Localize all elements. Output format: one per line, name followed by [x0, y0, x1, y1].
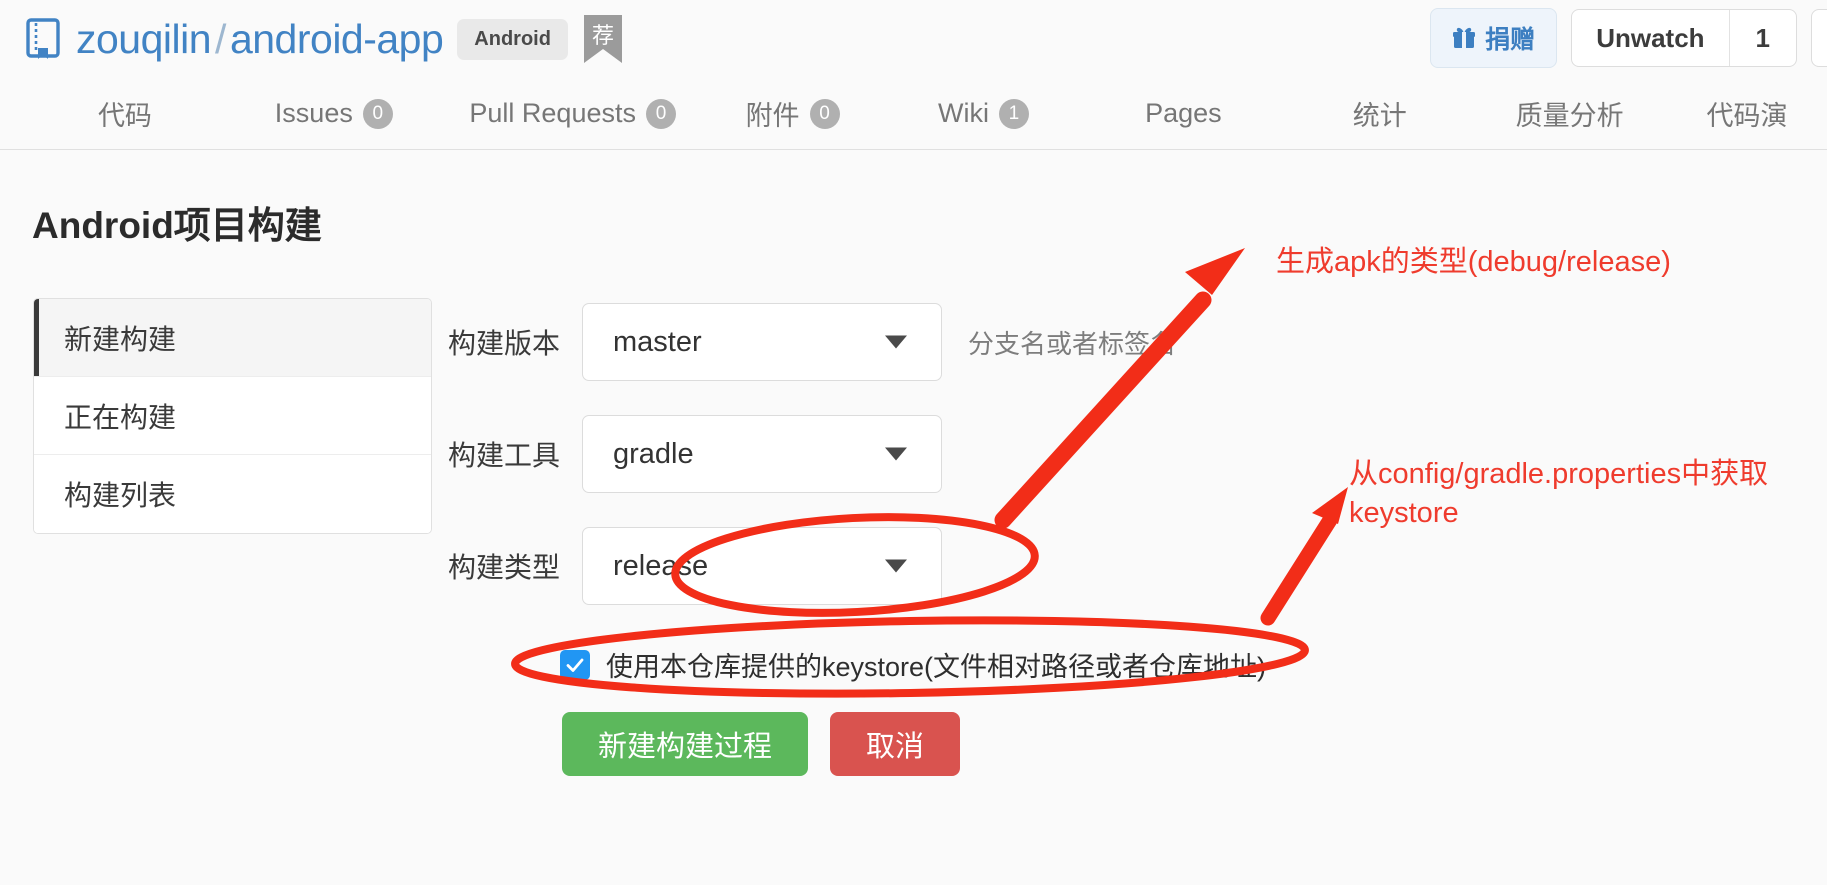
page-root: zouqilin/android-app Android 荐 捐赠 Unwatc…	[0, 0, 1827, 885]
label-build-version: 构建版本	[447, 328, 560, 359]
chevron-down-icon	[885, 559, 907, 573]
form-row-build-version: 构建版本 master 分支名或者标签名	[410, 303, 1176, 381]
select-build-tool[interactable]: gradle	[582, 415, 942, 493]
form-actions: 新建构建过程 取消	[562, 712, 961, 776]
select-build-version-value: master	[613, 325, 702, 358]
keystore-checkbox-row[interactable]: 使用本仓库提供的keystore(文件相对路径或者仓库地址)	[560, 645, 1266, 684]
keystore-checkbox[interactable]	[560, 649, 590, 680]
cancel-button[interactable]: 取消	[830, 712, 961, 776]
select-build-type[interactable]: release	[582, 527, 942, 605]
label-build-type: 构建类型	[447, 552, 560, 583]
select-build-tool-value: gradle	[613, 437, 694, 470]
chevron-down-icon	[885, 447, 907, 461]
hint-build-version: 分支名或者标签名	[968, 328, 1177, 359]
select-build-type-value: release	[613, 549, 709, 582]
label-build-tool: 构建工具	[447, 440, 560, 471]
chevron-down-icon	[885, 335, 907, 349]
form-row-build-type: 构建类型 release	[410, 527, 942, 605]
form-row-build-tool: 构建工具 gradle	[410, 415, 942, 493]
keystore-checkbox-label: 使用本仓库提供的keystore(文件相对路径或者仓库地址)	[606, 652, 1267, 682]
select-build-version[interactable]: master	[582, 303, 942, 381]
build-form: 构建版本 master 分支名或者标签名 构建工具 gradle 构建类型 re…	[0, 0, 1827, 885]
checkmark-icon	[564, 654, 586, 676]
submit-build-button[interactable]: 新建构建过程	[562, 712, 809, 776]
